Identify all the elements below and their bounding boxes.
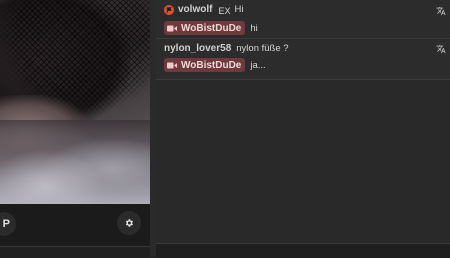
flag-icon: [164, 4, 174, 15]
streamer-tag[interactable]: WoBistDuDe: [164, 21, 246, 35]
video-control-label: P: [2, 218, 10, 230]
video-settings-button[interactable]: [117, 211, 141, 235]
chat-panel: volwolf EX Hi WoBistDuDe hi nylon_lover5…: [156, 0, 450, 257]
chat-message: volwolf EX Hi WoBistDuDe hi: [156, 0, 450, 39]
video-control-button[interactable]: P: [0, 212, 16, 236]
video-panel: P: [0, 0, 154, 258]
translate-icon[interactable]: [436, 44, 446, 54]
gear-icon: [125, 219, 133, 227]
chat-scroll-area[interactable]: [156, 80, 450, 243]
chat-message-text: nylon füße ?: [236, 43, 289, 54]
translate-icon[interactable]: [436, 6, 446, 16]
chat-username[interactable]: nylon_lover58: [164, 43, 231, 54]
streamer-reply-line: WoBistDuDe hi: [164, 21, 258, 35]
chat-message-line: nylon_lover58 nylon füße ?: [164, 43, 289, 54]
streamer-name: WoBistDuDe: [181, 22, 242, 34]
video-bottom-strip: [0, 246, 154, 258]
video-stream[interactable]: [0, 0, 150, 204]
chat-message: nylon_lover58 nylon füße ? WoBistDuDe ja…: [156, 39, 450, 80]
video-fabric: [0, 120, 150, 204]
chat-message-line: volwolf EX Hi: [164, 4, 244, 16]
chat-username[interactable]: volwolf: [178, 4, 212, 15]
streamer-reply-text: hi: [250, 22, 258, 34]
camera-icon: [167, 62, 177, 68]
chat-footer: [156, 243, 450, 257]
user-badge: EX: [218, 5, 231, 16]
streamer-tag[interactable]: WoBistDuDe: [164, 58, 246, 72]
camera-icon: [167, 25, 177, 31]
streamer-name: WoBistDuDe: [181, 59, 242, 71]
streamer-reply-line: WoBistDuDe ja...: [164, 58, 266, 72]
streamer-reply-text: ja...: [250, 59, 266, 71]
chat-message-text: Hi: [234, 4, 244, 15]
